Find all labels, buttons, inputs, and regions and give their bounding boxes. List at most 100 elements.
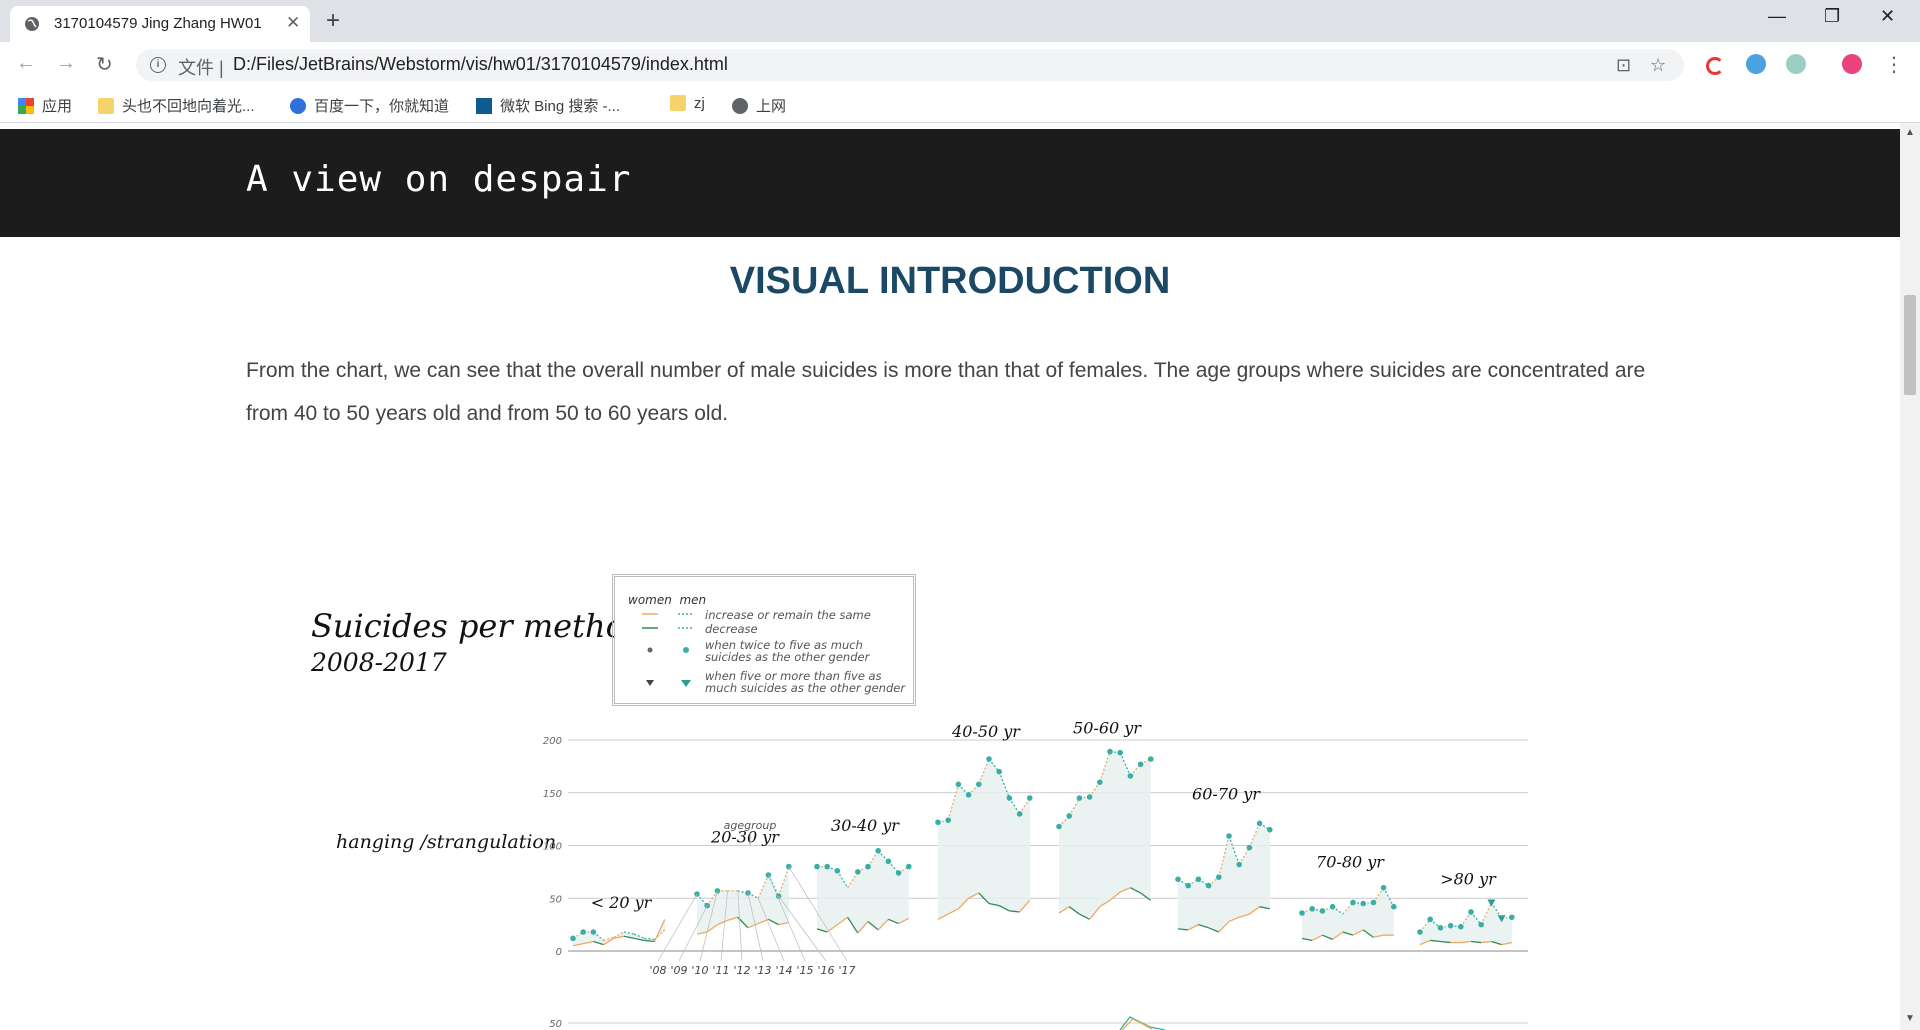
- men-dot-marker: [895, 870, 902, 876]
- men-dot-marker: [1097, 779, 1103, 785]
- next-panel-y-tick: 50: [549, 1019, 562, 1030]
- scroll-down-icon[interactable]: ▼: [1905, 1013, 1915, 1024]
- men-dot-marker: [1185, 882, 1191, 889]
- url-text[interactable]: D:/Files/JetBrains/Webstorm/vis/hw01/317…: [233, 54, 728, 75]
- group-label: 50-60 yr: [1073, 719, 1142, 738]
- men-dot-marker: [986, 756, 992, 762]
- bookmark-bing[interactable]: 微软 Bing 搜索 -...: [476, 95, 620, 116]
- group-area: [1420, 902, 1512, 945]
- apps-grid-icon: [18, 98, 34, 114]
- men-dot-marker: [1256, 820, 1263, 827]
- extension-c-icon[interactable]: [1706, 57, 1724, 75]
- men-dot-marker: [1027, 795, 1033, 801]
- baidu-paw-icon: [290, 98, 306, 114]
- group-area: [1059, 751, 1151, 920]
- folder-icon: [98, 98, 114, 114]
- year-tick-label: '16: [817, 964, 834, 977]
- tab-close-icon[interactable]: ✕: [286, 13, 300, 33]
- restore-icon[interactable]: ❐: [1824, 6, 1840, 27]
- scroll-thumb[interactable]: [1904, 295, 1916, 395]
- men-dot-marker: [1417, 929, 1423, 935]
- men-dot-marker: [1350, 899, 1356, 906]
- forward-icon[interactable]: →: [56, 52, 76, 75]
- group-label: 70-80 yr: [1316, 853, 1385, 872]
- address-bar[interactable]: i 文件 | D:/Files/JetBrains/Webstorm/vis/h…: [136, 49, 1684, 81]
- men-dot-marker: [1006, 795, 1013, 801]
- men-dot-marker: [590, 929, 597, 935]
- tab-strip: 3170104579 Jing Zhang HW01 ✕ + — ❐ ✕: [0, 0, 1920, 42]
- extension-avatar-icon[interactable]: [1786, 54, 1806, 74]
- menu-kebab-icon[interactable]: ⋮: [1884, 52, 1904, 77]
- group-label: < 20 yr: [591, 893, 653, 912]
- year-tick-label: '11: [712, 964, 729, 977]
- browser-toolbar: ← → ↻ i 文件 | D:/Files/JetBrains/Webstorm…: [0, 42, 1920, 88]
- group-area: [817, 850, 909, 934]
- men-dot-marker: [1205, 882, 1212, 889]
- men-dot-marker: [1076, 795, 1083, 801]
- year-tick-label: '08: [649, 964, 666, 977]
- globe-icon: [732, 98, 748, 114]
- men-dot-marker: [865, 863, 871, 870]
- men-dot-marker: [1360, 900, 1366, 907]
- men-dot-marker: [935, 819, 941, 826]
- group-label: 30-40 yr: [831, 816, 900, 835]
- men-dot-marker: [580, 929, 586, 935]
- men-dot-marker: [824, 863, 830, 870]
- reload-icon[interactable]: ↻: [96, 52, 113, 77]
- translate-icon[interactable]: ⊡: [1616, 55, 1631, 76]
- y-tick-label: 50: [549, 894, 562, 905]
- men-dot-marker: [1478, 921, 1484, 928]
- men-dot-marker: [1056, 823, 1062, 830]
- bookmarks-bar: 应用 头也不回地向着光... 百度一下，你就知道 微软 Bing 搜索 -...…: [0, 88, 1920, 123]
- men-dot-marker: [875, 847, 881, 854]
- men-dot-marker: [1267, 826, 1273, 833]
- men-dot-marker: [1468, 909, 1474, 915]
- men-dot-marker: [955, 781, 962, 788]
- men-dot-marker: [885, 858, 892, 865]
- back-icon[interactable]: ←: [16, 52, 36, 75]
- men-dot-marker: [1509, 914, 1515, 921]
- men-dot-marker: [945, 817, 951, 823]
- bing-icon: [476, 98, 492, 114]
- folder-icon: [670, 95, 686, 111]
- bookmark-apps[interactable]: 应用: [18, 95, 72, 116]
- men-dot-marker: [1458, 923, 1464, 930]
- bookmark-star-icon[interactable]: ☆: [1650, 55, 1666, 76]
- men-dot-marker: [1380, 884, 1387, 891]
- scroll-up-icon[interactable]: ▲: [1905, 127, 1915, 138]
- group-label: 40-50 yr: [951, 722, 1021, 741]
- bookmark-shangwang[interactable]: 上网: [732, 95, 786, 116]
- men-dot-marker: [1107, 748, 1113, 755]
- year-tick-label: '17: [838, 964, 855, 977]
- group-area: [1302, 887, 1394, 941]
- extension-search-icon[interactable]: [1746, 54, 1766, 74]
- group-label: >80 yr: [1440, 869, 1497, 888]
- suicides-chart: 050100150200< 20 yr20-30 yr30-40 yr40-50…: [543, 719, 1528, 1030]
- profile-avatar[interactable]: [1842, 54, 1862, 74]
- year-tick-label: '09: [670, 964, 687, 977]
- close-window-icon[interactable]: ✕: [1880, 6, 1895, 27]
- minimize-icon[interactable]: —: [1768, 6, 1786, 27]
- new-tab-button[interactable]: +: [326, 7, 340, 35]
- agegroup-label: agegroup: [724, 819, 777, 832]
- tab-title: 3170104579 Jing Zhang HW01: [54, 15, 262, 32]
- men-dot-marker: [1329, 903, 1336, 910]
- info-icon[interactable]: i: [150, 57, 166, 73]
- active-tab[interactable]: 3170104579 Jing Zhang HW01 ✕: [10, 6, 310, 42]
- group-area: [938, 758, 1030, 920]
- men-dot-marker: [1226, 833, 1232, 839]
- y-tick-label: 100: [543, 842, 562, 853]
- page-viewport: A view on despair VISUAL INTRODUCTION Fr…: [0, 123, 1900, 1030]
- men-dot-marker: [1175, 876, 1181, 883]
- men-dot-marker: [814, 863, 820, 870]
- bookmark-baidu[interactable]: 百度一下，你就知道: [290, 95, 449, 116]
- bookmark-zj[interactable]: zj: [670, 95, 705, 112]
- y-tick-label: 0: [556, 947, 562, 958]
- men-dot-marker: [1086, 794, 1093, 800]
- men-dot-marker: [1299, 910, 1305, 916]
- page-scrollbar[interactable]: ▲ ▼: [1900, 123, 1920, 1030]
- men-dot-marker: [1117, 749, 1123, 756]
- bookmark-folder-1[interactable]: 头也不回地向着光...: [98, 95, 255, 116]
- y-tick-label: 150: [543, 789, 562, 800]
- year-tick-label: '15: [796, 964, 813, 977]
